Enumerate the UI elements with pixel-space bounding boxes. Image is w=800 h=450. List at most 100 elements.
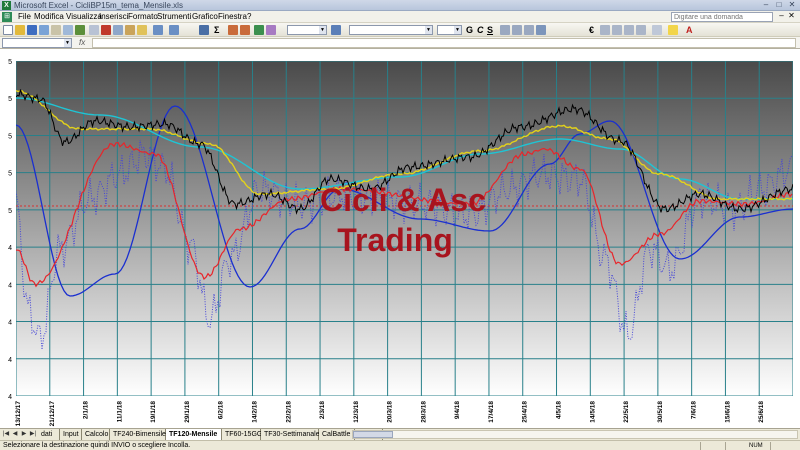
sort-descending-icon[interactable]: [240, 25, 250, 35]
doc-close-button[interactable]: ✕: [787, 12, 796, 21]
font-color-icon[interactable]: A: [686, 24, 693, 36]
formula-input[interactable]: [92, 38, 796, 48]
y-tick-label: 5: [8, 171, 12, 178]
save-icon[interactable]: [27, 25, 37, 35]
name-box[interactable]: ▼: [2, 38, 72, 48]
x-tick-label: 7/6/18: [691, 401, 698, 419]
horizontal-scrollbar[interactable]: [352, 430, 798, 439]
font-name-combo[interactable]: ▼: [349, 25, 433, 35]
sheet-tab-tf60-15gg[interactable]: TF60-15GG: [222, 429, 262, 440]
borders-icon[interactable]: [652, 25, 662, 35]
x-tick-label: 17/4/18: [488, 401, 495, 423]
menu-grafico[interactable]: Grafico: [192, 11, 218, 23]
scroll-thumb[interactable]: [353, 431, 393, 438]
chart-sheet[interactable]: Cicli & Asc Trading 5 5 5 5 5 4 4 4 4 4 13/12/17 2…: [0, 49, 800, 428]
align-left-icon[interactable]: [500, 25, 510, 35]
x-tick-label: 15/6/18: [724, 401, 731, 423]
x-tick-label: 19/1/18: [150, 401, 157, 423]
thousands-icon[interactable]: [612, 25, 622, 35]
watermark-line-2: Trading: [337, 222, 453, 258]
last-sheet-icon[interactable]: ▶|: [29, 430, 37, 439]
fx-icon[interactable]: fx: [79, 37, 85, 49]
prev-sheet-icon[interactable]: ◀: [11, 430, 19, 439]
redo-icon[interactable]: [169, 25, 179, 35]
help-question-input[interactable]: [671, 12, 773, 22]
y-tick-label: 4: [8, 320, 12, 327]
undo-icon[interactable]: [153, 25, 163, 35]
sheet-tab-calcolo[interactable]: Calcolo: [82, 429, 110, 440]
print-preview-icon[interactable]: [63, 25, 73, 35]
cycle-chart[interactable]: Cicli & Asc Trading 5 5 5 5 5 4 4 4 4 4 13/12/17 2…: [0, 49, 800, 428]
sort-ascending-icon[interactable]: [228, 25, 238, 35]
bold-icon[interactable]: G: [466, 24, 473, 36]
x-tick-label: 22/2/18: [285, 401, 292, 423]
new-file-icon[interactable]: [3, 25, 13, 35]
x-axis-labels: 13/12/17 21/12/17 2/1/18 11/1/18 19/1/18 29/1…: [15, 401, 765, 427]
title-bar: X Microsoft Excel - CicliBP15m_tema_Mens…: [0, 0, 800, 11]
first-sheet-icon[interactable]: |◀: [2, 430, 10, 439]
increase-decimal-icon[interactable]: [624, 25, 634, 35]
x-tick-label: 2/1/18: [83, 401, 90, 419]
doc-minimize-button[interactable]: ‒: [777, 12, 786, 21]
help-icon[interactable]: [331, 25, 341, 35]
y-axis-labels: 5 5 5 5 5 4 4 4 4 4: [8, 59, 12, 401]
align-center-icon[interactable]: [512, 25, 522, 35]
minimize-button[interactable]: ‒: [760, 1, 772, 10]
menu-inserisci[interactable]: Inserisci: [99, 11, 128, 23]
merge-center-icon[interactable]: [536, 25, 546, 35]
italic-icon[interactable]: C: [477, 24, 484, 36]
y-tick-label: 4: [8, 394, 12, 401]
hyperlink-icon[interactable]: [199, 25, 209, 35]
decrease-decimal-icon[interactable]: [636, 25, 646, 35]
align-right-icon[interactable]: [524, 25, 534, 35]
open-folder-icon[interactable]: [15, 25, 25, 35]
percent-icon[interactable]: [600, 25, 610, 35]
x-tick-label: 28/3/18: [420, 401, 427, 423]
chart-wizard-icon[interactable]: [254, 25, 264, 35]
excel-app-icon[interactable]: X: [2, 1, 11, 10]
watermark-line-1: Cicli & Asc: [320, 182, 486, 218]
x-tick-label: 25/6/18: [758, 401, 765, 423]
menu-strumenti[interactable]: Strumenti: [157, 11, 191, 23]
menu-file[interactable]: File: [18, 11, 31, 23]
autosum-icon[interactable]: Σ: [214, 24, 219, 36]
sheet-tab-tf30-settimanale[interactable]: TF30-Settimanale: [261, 429, 320, 440]
research-icon[interactable]: [89, 25, 99, 35]
sheet-tab-input[interactable]: Input: [60, 429, 82, 440]
menu-help[interactable]: ?: [247, 11, 251, 23]
print-icon[interactable]: [51, 25, 61, 35]
sheet-tab-dati[interactable]: dati: [38, 429, 60, 440]
menu-modifica[interactable]: Modifica: [34, 11, 64, 23]
currency-icon[interactable]: €: [589, 24, 594, 36]
x-tick-label: 4/5/18: [556, 401, 563, 419]
format-painter-icon[interactable]: [137, 25, 147, 35]
workbook-icon[interactable]: ⊞: [2, 12, 12, 22]
permission-icon[interactable]: [39, 25, 49, 35]
fill-color-icon[interactable]: [668, 25, 678, 35]
menu-formato[interactable]: Formato: [128, 11, 158, 23]
menu-finestra[interactable]: Finestra: [218, 11, 247, 23]
cut-icon[interactable]: [101, 25, 111, 35]
y-tick-label: 4: [8, 357, 12, 364]
maximize-button[interactable]: □: [773, 1, 785, 10]
underline-icon[interactable]: S: [487, 24, 493, 36]
menu-visualizza[interactable]: Visualizza: [66, 11, 102, 23]
x-tick-label: 14/2/18: [251, 401, 258, 423]
next-sheet-icon[interactable]: ▶: [20, 430, 28, 439]
y-tick-label: 5: [8, 133, 12, 140]
x-tick-label: 6/2/18: [218, 401, 225, 419]
x-tick-label: 14/5/18: [589, 401, 596, 423]
sheet-tab-tf240-bimensile[interactable]: TF240-Bimensile: [110, 429, 166, 440]
sheet-tab-calbattle[interactable]: CalBattle: [319, 429, 355, 440]
y-tick-label: 4: [8, 245, 12, 252]
x-tick-label: 20/3/18: [387, 401, 394, 423]
copy-icon[interactable]: [113, 25, 123, 35]
paste-icon[interactable]: [125, 25, 135, 35]
close-button[interactable]: ✕: [786, 1, 798, 10]
spelling-icon[interactable]: [75, 25, 85, 35]
font-size-combo[interactable]: ▼: [437, 25, 462, 35]
zoom-combo[interactable]: ▼: [287, 25, 327, 35]
sheet-tab-tf120-mensile[interactable]: TF120-Mensile: [166, 429, 222, 440]
sheet-tab-bar: |◀ ◀ ▶ ▶| dati Input Calcolo TF240-Bimensil…: [0, 428, 800, 440]
drawing-icon[interactable]: [266, 25, 276, 35]
